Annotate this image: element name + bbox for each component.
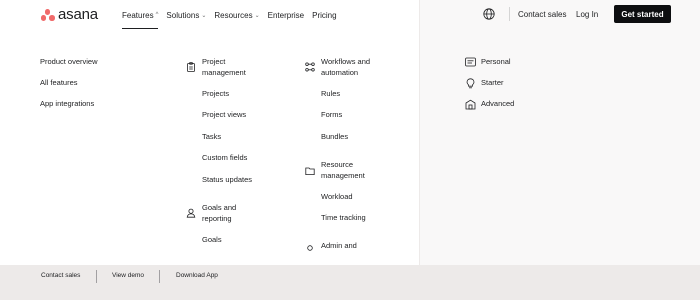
plan-advanced-label: Advanced <box>481 99 515 108</box>
main-nav: Features ^ Solutions ⌄ Resources ⌄ Enter… <box>122 0 345 30</box>
nav-pricing-label: Pricing <box>312 10 337 20</box>
plan-advanced[interactable]: Advanced <box>465 99 514 120</box>
admin-icon <box>307 245 313 251</box>
goals-link[interactable]: Goals <box>202 234 222 245</box>
time-tracking-link[interactable]: Time tracking <box>321 212 366 223</box>
footer-download-app-link[interactable]: Download App <box>176 272 218 279</box>
all-features-link[interactable]: All features <box>40 78 98 99</box>
nav-resources-label: Resources <box>214 10 253 20</box>
plan-personal[interactable]: Personal <box>465 57 514 78</box>
goals-reporting-heading-line1[interactable]: Goals and <box>202 202 236 213</box>
footer-view-demo-link[interactable]: View demo <box>112 272 144 279</box>
admin-heading[interactable]: Admin and <box>321 240 357 251</box>
workflows-heading-line2[interactable]: automation <box>321 67 358 78</box>
log-in-link[interactable]: Log In <box>576 10 598 19</box>
project-management-heading-line2[interactable]: management <box>202 67 246 78</box>
footer-divider <box>159 270 160 283</box>
resource-management-heading-line2[interactable]: management <box>321 170 365 181</box>
workflow-icon <box>305 62 315 72</box>
plans-list: Personal Starter Advanced <box>465 57 514 120</box>
nav-pricing[interactable]: Pricing <box>312 0 336 30</box>
bundles-link[interactable]: Bundles <box>321 131 348 142</box>
nav-enterprise-label: Enterprise <box>267 10 305 20</box>
contact-sales-link[interactable]: Contact sales <box>518 10 566 19</box>
nav-features[interactable]: Features ^ <box>122 0 159 30</box>
folder-icon <box>305 167 315 175</box>
nav-solutions-label: Solutions <box>166 10 200 20</box>
overview-links: Product overview All features App integr… <box>40 57 98 120</box>
nav-solutions[interactable]: Solutions ⌄ <box>166 0 206 30</box>
brand-name: asana <box>58 6 98 23</box>
chevron-down-icon: ⌄ <box>254 12 260 19</box>
header-actions: Contact sales Log In Get started <box>419 0 700 30</box>
resource-management-heading-line1[interactable]: Resource <box>321 159 353 170</box>
nav-enterprise[interactable]: Enterprise <box>268 0 304 30</box>
header-divider <box>509 7 510 21</box>
tasks-link[interactable]: Tasks <box>202 131 221 142</box>
rules-link[interactable]: Rules <box>321 88 340 99</box>
building-icon <box>465 99 476 110</box>
chevron-down-icon: ⌄ <box>201 12 207 19</box>
project-management-heading-line1[interactable]: Project <box>202 56 225 67</box>
plan-starter-label: Starter <box>481 78 504 87</box>
workload-link[interactable]: Workload <box>321 191 353 202</box>
product-overview-link[interactable]: Product overview <box>40 57 98 78</box>
clipboard-icon <box>187 62 195 72</box>
status-updates-link[interactable]: Status updates <box>202 174 252 185</box>
chevron-up-icon: ^ <box>155 12 159 18</box>
top-header: asana Features ^ Solutions ⌄ Resources ⌄… <box>0 0 700 30</box>
menu-footer: Contact sales View demo Download App <box>0 265 700 300</box>
custom-fields-link[interactable]: Custom fields <box>202 152 247 163</box>
nav-resources[interactable]: Resources ⌄ <box>214 0 259 30</box>
plan-starter[interactable]: Starter <box>465 78 514 99</box>
footer-contact-sales-link[interactable]: Contact sales <box>41 272 80 279</box>
person-icon <box>186 208 196 218</box>
plans-panel <box>419 0 700 265</box>
plan-personal-label: Personal <box>481 57 511 66</box>
projects-link[interactable]: Projects <box>202 88 229 99</box>
asana-logo-icon <box>40 9 55 21</box>
id-card-icon <box>465 57 476 67</box>
get-started-button[interactable]: Get started <box>614 5 671 23</box>
globe-icon[interactable] <box>483 8 495 20</box>
lightbulb-icon <box>466 78 475 89</box>
footer-divider <box>96 270 97 283</box>
workflows-heading-line1[interactable]: Workflows and <box>321 56 370 67</box>
app-integrations-link[interactable]: App integrations <box>40 99 98 120</box>
asana-logo[interactable]: asana <box>40 6 98 23</box>
goals-reporting-heading-line2[interactable]: reporting <box>202 213 232 224</box>
forms-link[interactable]: Forms <box>321 109 342 120</box>
project-views-link[interactable]: Project views <box>202 109 246 120</box>
nav-features-label: Features <box>122 10 154 20</box>
